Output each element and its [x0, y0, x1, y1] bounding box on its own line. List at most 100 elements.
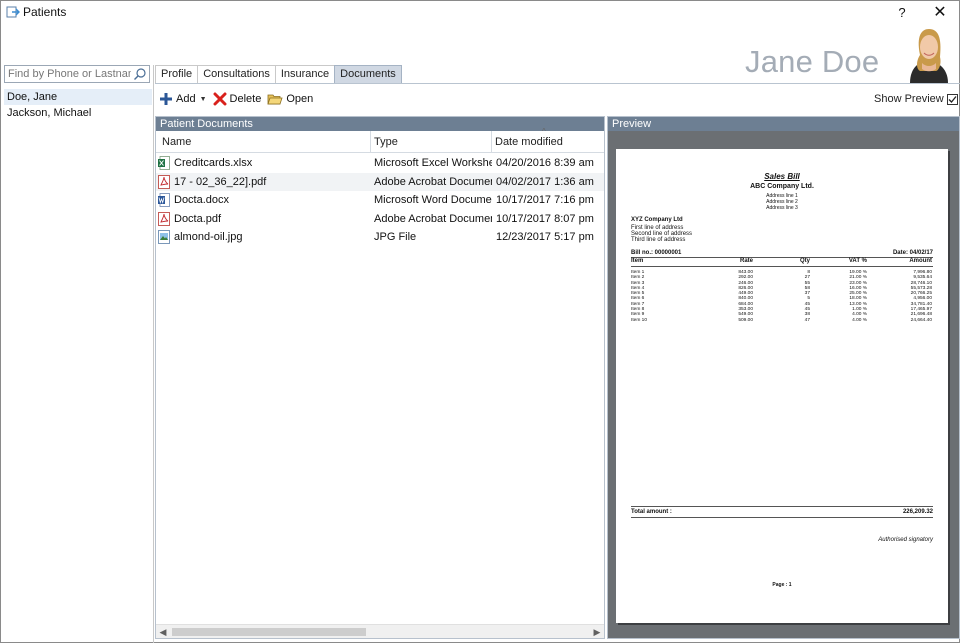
file-type: Microsoft Excel Worksheet — [374, 157, 492, 169]
bill-divider — [631, 257, 933, 258]
bill-item-cell: Item 3 — [631, 280, 645, 286]
file-type: Adobe Acrobat Document — [374, 175, 492, 188]
column-header-name[interactable]: Name — [156, 131, 371, 153]
bill-item-cell: 5 — [807, 296, 810, 302]
file-name-cell: almond-oil.jpg — [158, 228, 371, 247]
documents-list: Creditcards.xlsx Microsoft Excel Workshe… — [156, 154, 604, 247]
total-label: Total amount : — [631, 509, 672, 515]
patients-window: Patients ? ✕ Doe, Jane Jackson, Michael … — [0, 0, 960, 643]
bill-items-table: Item Rate Qty VAT % Amount Item 1 843.00 8… — [631, 258, 933, 323]
delete-x-icon — [213, 92, 227, 106]
open-button-label: Open — [286, 93, 314, 105]
bill-client: XYZ Company Ltd — [631, 217, 683, 223]
bill-item-cell: 23.00 % — [849, 280, 867, 286]
table-row[interactable]: Creditcards.xlsx Microsoft Excel Workshe… — [156, 154, 604, 173]
total-value: 226,209.32 — [902, 509, 933, 515]
file-name: almond-oil.jpg — [174, 231, 243, 243]
patient-search-box — [4, 65, 150, 83]
bill-item-cell: 27 — [804, 275, 810, 281]
bill-col-header: Amount — [909, 258, 932, 264]
patient-list: Doe, Jane Jackson, Michael — [4, 89, 152, 121]
scroll-right-icon[interactable]: ▶ — [590, 625, 604, 639]
patient-list-item[interactable]: Jackson, Michael — [4, 105, 152, 121]
delete-button-label: Delete — [229, 93, 262, 105]
file-name-cell: Docta.docx — [158, 191, 371, 210]
title-bar: Patients ? ✕ — [1, 1, 959, 25]
search-input[interactable] — [5, 66, 131, 82]
patient-name-heading: Jane Doe — [745, 44, 880, 79]
tab-consultations[interactable]: Consultations — [197, 65, 276, 83]
documents-column-headers: Name Type Date modified ^ — [156, 127, 604, 153]
chevron-down-icon[interactable]: ▼ — [200, 96, 207, 103]
plus-icon — [160, 93, 172, 105]
pdf-file-icon — [158, 174, 170, 189]
add-button-label: Add — [176, 93, 196, 105]
page-number: Page : 1 — [772, 582, 792, 588]
tab-insurance[interactable]: Insurance — [274, 65, 336, 83]
file-name-cell: Creditcards.xlsx — [158, 154, 371, 173]
client-address-line: Third line of address — [631, 237, 686, 243]
file-name-cell: Docta.pdf — [158, 210, 371, 229]
table-row[interactable]: Docta.docx Microsoft Word Docume… 10/17/… — [156, 191, 604, 210]
tab-profile[interactable]: Profile — [155, 65, 199, 83]
bill-item-cell: 840.00 — [738, 296, 753, 302]
bill-date: Date: 04/02/17 — [892, 250, 933, 256]
bill-item-cell: 4.00 % — [852, 317, 867, 323]
file-name: Creditcards.xlsx — [174, 157, 253, 169]
bill-item-cell: Item 2 — [631, 275, 645, 281]
bill-item-row: Item 10 509.00 47 4.00 % 24,664.40 — [631, 318, 933, 323]
table-row[interactable]: almond-oil.jpg JPG File 12/23/2017 5:17 … — [156, 228, 604, 247]
bill-item-cell: 549.00 — [738, 312, 753, 318]
bill-item-cell: 509.00 — [738, 317, 753, 323]
bill-heading: Sales Bill — [764, 172, 800, 181]
image-file-icon — [158, 230, 170, 245]
document-preview-page: Sales Bill ABC Company Ltd. Address line… — [616, 149, 948, 623]
patient-list-item[interactable]: Doe, Jane — [4, 89, 152, 105]
bill-item-cell: 28,746.10 — [910, 280, 932, 286]
show-preview-label: Show Preview — [874, 93, 944, 105]
bill-item-cell: 55 — [804, 280, 810, 286]
show-preview-checkbox[interactable] — [946, 93, 958, 105]
tab-bar: Profile Consultations Insurance Document… — [155, 65, 402, 83]
scroll-left-icon[interactable]: ◀ — [156, 625, 170, 639]
bill-item-cell: 292.00 — [738, 275, 753, 281]
scrollbar-thumb[interactable] — [172, 628, 366, 636]
word-file-icon — [158, 193, 170, 208]
bill-col-header: Item — [631, 258, 644, 264]
total-divider — [631, 506, 933, 507]
bill-item-cell: Item 10 — [631, 317, 647, 323]
bill-item-cell: 21.00 % — [849, 275, 867, 281]
table-row[interactable]: Docta.pdf Adobe Acrobat Document 10/17/2… — [156, 210, 604, 229]
column-header-date-modified[interactable]: Date modified — [492, 131, 604, 153]
panel-divider — [153, 65, 154, 643]
pdf-file-icon — [158, 211, 170, 226]
add-button[interactable]: Add ▼ — [159, 90, 207, 108]
bill-col-header: Rate — [739, 258, 753, 264]
total-divider — [631, 517, 933, 518]
bill-item-cell: 38 — [804, 312, 810, 318]
tab-divider — [155, 83, 960, 84]
search-icon[interactable] — [133, 67, 147, 81]
help-button[interactable]: ? — [887, 3, 917, 23]
open-button[interactable]: Open — [267, 90, 313, 108]
file-date-modified: 10/17/2017 7:16 pm — [496, 194, 594, 206]
bill-company: ABC Company Ltd. — [750, 183, 814, 190]
delete-button[interactable]: Delete — [213, 90, 262, 108]
bill-col-header: Qty — [799, 258, 810, 264]
bill-item-cell: 21,696.48 — [910, 312, 932, 318]
horizontal-scrollbar[interactable]: ◀ ▶ — [156, 624, 604, 638]
tab-documents[interactable]: Documents — [334, 65, 402, 83]
excel-file-icon — [158, 156, 170, 171]
bill-item-cell: Item 6 — [631, 296, 645, 302]
close-button[interactable]: ✕ — [925, 3, 955, 23]
patient-documents-header: Patient Documents — [156, 117, 604, 131]
file-date-modified: 12/23/2017 5:17 pm — [496, 231, 594, 243]
file-name: Docta.pdf — [174, 212, 222, 225]
table-row[interactable]: 17 - 02_36_22].pdf Adobe Acrobat Documen… — [156, 172, 604, 191]
show-preview-toggle[interactable]: Show Preview — [874, 93, 958, 105]
bill-item-cell: 4.00 % — [852, 312, 867, 318]
open-folder-icon — [267, 94, 283, 105]
bill-item-cell: 246.00 — [738, 280, 753, 286]
column-header-type[interactable]: Type — [371, 131, 492, 153]
bill-items-header: Item Rate Qty VAT % Amount — [631, 258, 933, 267]
